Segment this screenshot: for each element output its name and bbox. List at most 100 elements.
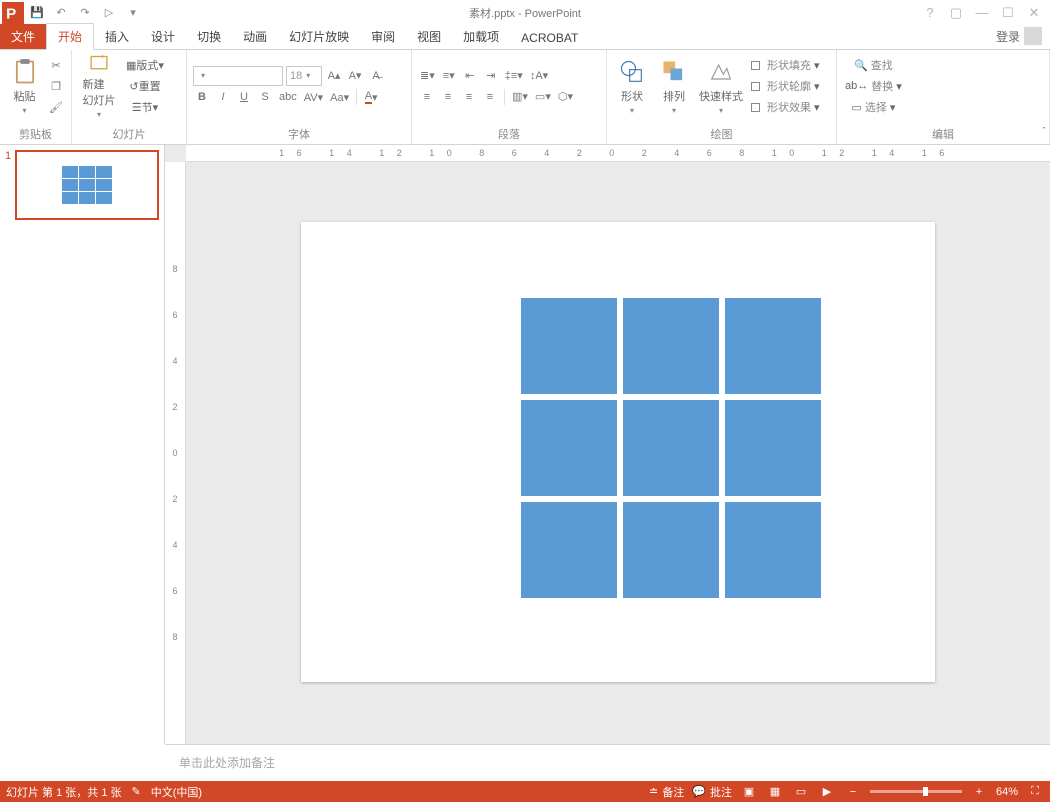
columns-button[interactable]: ▥▾ [510, 87, 530, 106]
maximize-button[interactable]: ☐ [998, 5, 1018, 21]
ribbon-display-button[interactable]: ▢ [946, 5, 966, 21]
help-button[interactable]: ? [920, 5, 940, 21]
tab-transitions[interactable]: 切换 [186, 24, 232, 49]
zoom-value[interactable]: 64% [996, 786, 1018, 798]
shape-rect[interactable] [623, 298, 719, 394]
undo-button[interactable]: ↶ [50, 2, 72, 24]
ruler-vertical[interactable]: 864202468 [165, 162, 186, 744]
spacing-button[interactable]: AV▾ [302, 88, 325, 107]
tab-design[interactable]: 设计 [140, 24, 186, 49]
bullets-button[interactable]: ≣▾ [418, 66, 437, 85]
shape-outline-button[interactable]: 形状轮廓 ▾ [749, 77, 822, 96]
format-painter-button[interactable]: 🖌 [47, 98, 65, 117]
replace-button[interactable]: ab↔ 替换 ▾ [843, 77, 904, 96]
start-slideshow-button[interactable]: ▷ [98, 2, 120, 24]
cut-button[interactable]: ✂ [47, 56, 65, 75]
tab-file[interactable]: 文件 [0, 24, 46, 49]
shape-rect[interactable] [521, 400, 617, 496]
shape-rect[interactable] [725, 400, 821, 496]
collapse-ribbon-button[interactable]: ˆ [1042, 126, 1046, 138]
increase-font-button[interactable]: A▴ [325, 66, 343, 85]
align-center-button[interactable]: ≡ [439, 87, 457, 106]
shape-rect[interactable] [521, 298, 617, 394]
strike-button[interactable]: abc [277, 88, 299, 107]
shape-rect[interactable] [521, 502, 617, 598]
shapes-button[interactable]: 形状▾ [613, 53, 651, 119]
layout-button[interactable]: ▦ 版式 ▾ [124, 56, 166, 75]
numbering-button[interactable]: ≡▾ [440, 66, 458, 85]
zoom-out-button[interactable]: − [844, 785, 862, 799]
zoom-slider[interactable] [870, 790, 962, 793]
line-spacing-button[interactable]: ‡≡▾ [503, 66, 525, 85]
clear-formatting-button[interactable]: A̶ [367, 66, 385, 85]
decrease-indent-button[interactable]: ⇤ [461, 66, 479, 85]
reading-view-button[interactable]: ▭ [792, 785, 810, 799]
font-name-combo[interactable]: ▾ [193, 66, 283, 86]
language-button[interactable]: 中文(中国) [151, 784, 202, 800]
reset-button[interactable]: ↺ 重置 [124, 77, 166, 96]
increase-indent-button[interactable]: ⇥ [482, 66, 500, 85]
tab-insert[interactable]: 插入 [94, 24, 140, 49]
comments-toggle[interactable]: 💬 批注 [692, 784, 732, 800]
login-button[interactable]: 登录 [988, 23, 1050, 49]
underline-button[interactable]: U [235, 88, 253, 107]
font-color-button[interactable]: A▾ [362, 88, 380, 107]
shape-rect[interactable] [725, 298, 821, 394]
font-size-combo[interactable]: 18▾ [286, 66, 322, 86]
minimize-button[interactable]: — [972, 5, 992, 21]
align-text-button[interactable]: ▭▾ [533, 87, 553, 106]
notes-toggle[interactable]: ≐ 备注 [649, 784, 684, 800]
arrange-button[interactable]: 排列▾ [655, 53, 693, 119]
thumbnail-pane[interactable]: 1 [0, 145, 165, 744]
align-right-button[interactable]: ≡ [460, 87, 478, 106]
spellcheck-icon[interactable]: ✎ [132, 785, 141, 798]
decrease-font-button[interactable]: A▾ [346, 66, 364, 85]
tab-view[interactable]: 视图 [406, 24, 452, 49]
find-button[interactable]: 🔍 查找 [843, 56, 904, 75]
shape-grid[interactable] [521, 298, 821, 598]
notes-pane[interactable]: 单击此处添加备注 [165, 744, 1050, 781]
thumb-number: 1 [5, 150, 11, 220]
slide-thumb-1[interactable]: 1 [5, 150, 159, 220]
copy-button[interactable]: ❐ [47, 77, 65, 96]
tab-animations[interactable]: 动画 [232, 24, 278, 49]
shape-rect[interactable] [623, 400, 719, 496]
tab-slideshow[interactable]: 幻灯片放映 [278, 24, 360, 49]
align-left-button[interactable]: ≡ [418, 87, 436, 106]
redo-button[interactable]: ↷ [74, 2, 96, 24]
paste-button[interactable]: 粘贴 ▾ [6, 53, 43, 119]
tab-review[interactable]: 审阅 [360, 24, 406, 49]
tab-acrobat[interactable]: ACROBAT [510, 27, 589, 49]
shadow-button[interactable]: S [256, 88, 274, 107]
smartart-button[interactable]: ⬡▾ [556, 87, 575, 106]
shape-rect[interactable] [725, 502, 821, 598]
slide-counter[interactable]: 幻灯片 第 1 张，共 1 张 [6, 784, 122, 800]
italic-button[interactable]: I [214, 88, 232, 107]
quick-styles-button[interactable]: 快速样式▾ [697, 53, 745, 119]
justify-button[interactable]: ≡ [481, 87, 499, 106]
sorter-view-button[interactable]: ▦ [766, 785, 784, 799]
save-button[interactable]: 💾 [26, 2, 48, 24]
shape-effects-button[interactable]: 形状效果 ▾ [749, 98, 822, 117]
section-button[interactable]: ☰ 节 ▾ [124, 98, 166, 117]
canvas[interactable] [186, 162, 1050, 744]
statusbar: 幻灯片 第 1 张，共 1 张 ✎ 中文(中国) ≐ 备注 💬 批注 ▣ ▦ ▭… [0, 781, 1050, 802]
close-button[interactable]: ✕ [1024, 5, 1044, 21]
ruler-horizontal[interactable]: 16 14 12 10 8 6 4 2 0 2 4 6 8 10 12 14 1… [186, 145, 1050, 162]
normal-view-button[interactable]: ▣ [740, 785, 758, 799]
qat-customize-button[interactable]: ▾ [122, 2, 144, 24]
zoom-in-button[interactable]: + [970, 785, 988, 799]
new-slide-button[interactable]: 新建 幻灯片 ▾ [78, 53, 120, 119]
fit-window-button[interactable]: ⛶ [1026, 785, 1044, 799]
change-case-button[interactable]: Aa▾ [328, 88, 351, 107]
select-button[interactable]: ▭ 选择 ▾ [843, 98, 904, 117]
shape-rect[interactable] [623, 502, 719, 598]
text-direction-button[interactable]: ↕A▾ [528, 66, 550, 85]
bold-button[interactable]: B [193, 88, 211, 107]
slide[interactable] [301, 222, 935, 682]
tab-addins[interactable]: 加载项 [452, 24, 510, 49]
tab-home[interactable]: 开始 [46, 23, 94, 50]
slideshow-view-button[interactable]: ▶ [818, 785, 836, 799]
zoom-thumb[interactable] [923, 787, 928, 796]
shape-fill-button[interactable]: 形状填充 ▾ [749, 56, 822, 75]
